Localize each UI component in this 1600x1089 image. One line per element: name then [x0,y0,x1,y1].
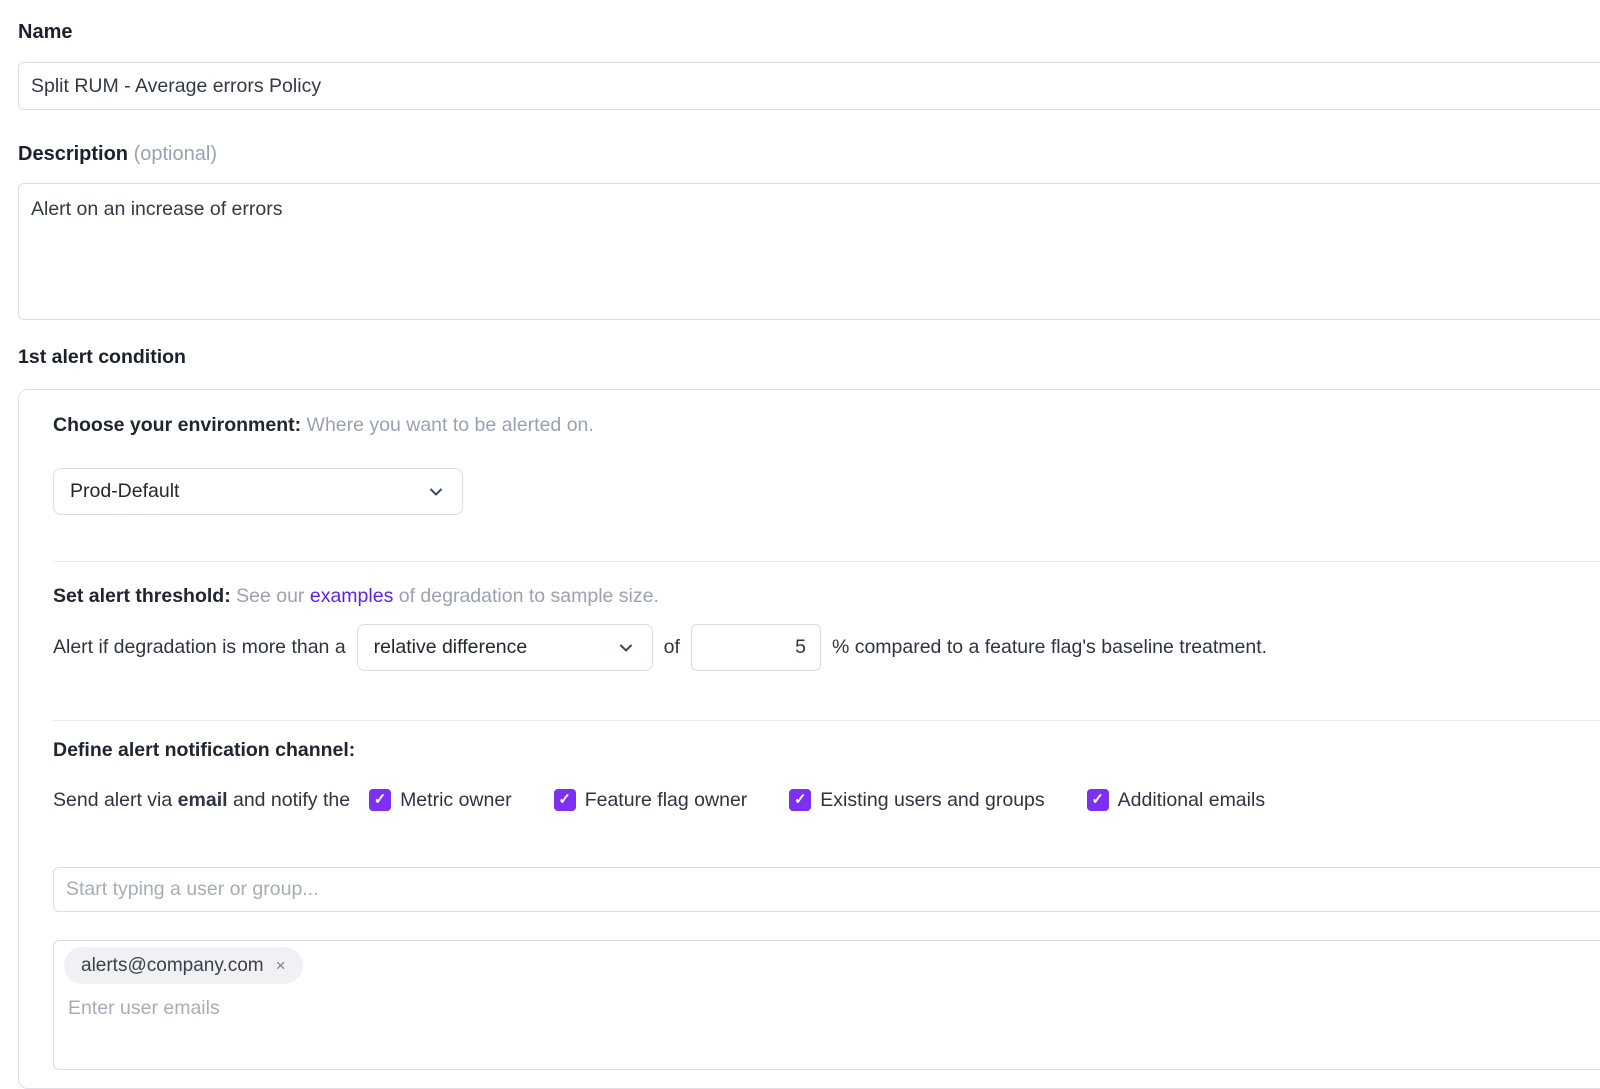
threshold-hint-prefix: See our [236,585,304,607]
checkbox-label: Metric owner [400,789,512,811]
checkmark-icon: ✓ [794,789,807,811]
checked-checkbox[interactable]: ✓ [789,789,811,811]
threshold-label: Set alert threshold: [53,585,231,607]
checkbox-feature-flag-owner[interactable]: ✓ Feature flag owner [554,789,748,811]
comparison-type-select[interactable]: relative difference [357,624,653,671]
section-divider [53,720,1600,721]
checkmark-icon: ✓ [374,789,387,811]
name-input[interactable]: Split RUM - Average errors Policy [18,62,1600,110]
checked-checkbox[interactable]: ✓ [1087,789,1109,811]
description-optional-hint: (optional) [134,143,217,165]
chevron-down-icon [616,638,636,658]
checkbox-metric-owner[interactable]: ✓ Metric owner [369,789,512,811]
threshold-hint-suffix: of degradation to sample size. [399,585,659,607]
description-textarea[interactable]: Alert on an increase of errors [18,183,1600,320]
email-chip: alerts@company.com × [64,947,303,984]
notification-sentence-prefix: Send alert via [53,789,172,811]
threshold-label-row: Set alert threshold: See our examples of… [53,585,1600,607]
environment-select[interactable]: Prod-Default [53,468,463,515]
remove-chip-icon[interactable]: × [276,956,286,976]
notification-sentence-bold: email [178,789,228,811]
user-group-placeholder: Start typing a user or group... [66,878,319,901]
environment-selected-value: Prod-Default [70,480,179,503]
environment-label: Choose your environment: [53,414,301,436]
notification-label-row: Define alert notification channel: [53,739,1600,761]
alert-policy-form: Name Split RUM - Average errors Policy D… [0,0,1600,1089]
checkbox-label: Feature flag owner [585,789,748,811]
environment-label-row: Choose your environment: Where you want … [53,414,1600,436]
of-label: of [664,636,680,659]
checked-checkbox[interactable]: ✓ [554,789,576,811]
checkmark-icon: ✓ [558,789,571,811]
alert-condition-heading: 1st alert condition [18,346,1600,369]
checked-checkbox[interactable]: ✓ [369,789,391,811]
chevron-down-icon [426,482,446,502]
threshold-sentence-row: Alert if degradation is more than a rela… [53,624,1600,671]
comparison-selected-value: relative difference [374,636,528,659]
additional-emails-input[interactable]: alerts@company.com × Enter user emails [53,940,1600,1070]
name-input-value: Split RUM - Average errors Policy [31,75,321,98]
checkbox-label: Existing users and groups [820,789,1044,811]
checkbox-label: Additional emails [1118,789,1265,811]
environment-hint: Where you want to be alerted on. [307,414,594,436]
threshold-sentence-suffix: % compared to a feature flag's baseline … [832,636,1267,659]
checkmark-icon: ✓ [1091,789,1104,811]
description-label: Description (optional) [18,142,1600,166]
emails-placeholder: Enter user emails [68,997,1600,1020]
checkbox-existing-users-groups[interactable]: ✓ Existing users and groups [789,789,1044,811]
threshold-value: 5 [795,636,806,659]
notification-label: Define alert notification channel: [53,739,355,761]
notification-sentence-suffix: and notify the [233,789,350,811]
alert-condition-panel: Choose your environment: Where you want … [18,389,1600,1089]
threshold-sentence-prefix: Alert if degradation is more than a [53,636,346,659]
email-chip-label: alerts@company.com [81,955,264,977]
checkbox-additional-emails[interactable]: ✓ Additional emails [1087,789,1265,811]
user-group-search-input[interactable]: Start typing a user or group... [53,867,1600,912]
section-divider [53,561,1600,562]
description-label-text: Description [18,143,128,165]
description-value: Alert on an increase of errors [31,198,282,221]
notification-sentence: Send alert via email and notify the [53,789,350,811]
threshold-value-input[interactable]: 5 [691,624,821,671]
name-label: Name [18,20,1600,44]
notification-sentence-row: Send alert via email and notify the ✓ Me… [53,789,1600,811]
examples-link[interactable]: examples [310,585,393,607]
